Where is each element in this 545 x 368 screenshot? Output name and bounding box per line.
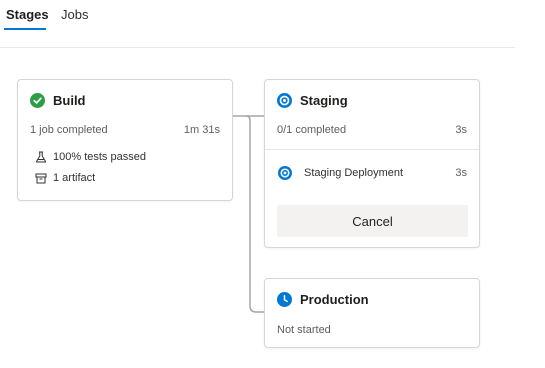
- staging-stage-status: 0/1 completed: [277, 124, 347, 136]
- build-stage-duration: 1m 31s: [183, 124, 220, 136]
- production-stage-title: Production: [300, 292, 369, 307]
- cancel-button[interactable]: Cancel: [277, 205, 468, 237]
- artifacts-link[interactable]: 1 artifact: [53, 172, 95, 184]
- build-stage-card[interactable]: Build 1 job completed 1m 31s 100% tests …: [17, 79, 233, 201]
- staging-stage-card[interactable]: Staging 0/1 completed 3s Staging Deploym…: [264, 79, 480, 248]
- job-name: Staging Deployment: [304, 167, 404, 179]
- clock-icon: [277, 292, 292, 307]
- tests-passed-link[interactable]: 100% tests passed: [53, 151, 146, 163]
- staging-deployment-job[interactable]: Staging Deployment 3s: [265, 150, 479, 196]
- production-stage-status: Not started: [277, 324, 331, 336]
- running-icon: [278, 166, 292, 180]
- running-icon: [277, 93, 292, 108]
- artifact-box-icon: [35, 173, 47, 184]
- production-stage-card[interactable]: Production Not started: [264, 278, 480, 348]
- job-duration: 3s: [455, 167, 467, 179]
- beaker-icon: [35, 151, 47, 163]
- staging-stage-title: Staging: [300, 93, 348, 108]
- build-stage-title: Build: [53, 93, 86, 108]
- build-stage-status: 1 job completed: [30, 124, 108, 136]
- staging-stage-duration: 3s: [455, 124, 467, 136]
- check-circle-icon: [30, 93, 45, 108]
